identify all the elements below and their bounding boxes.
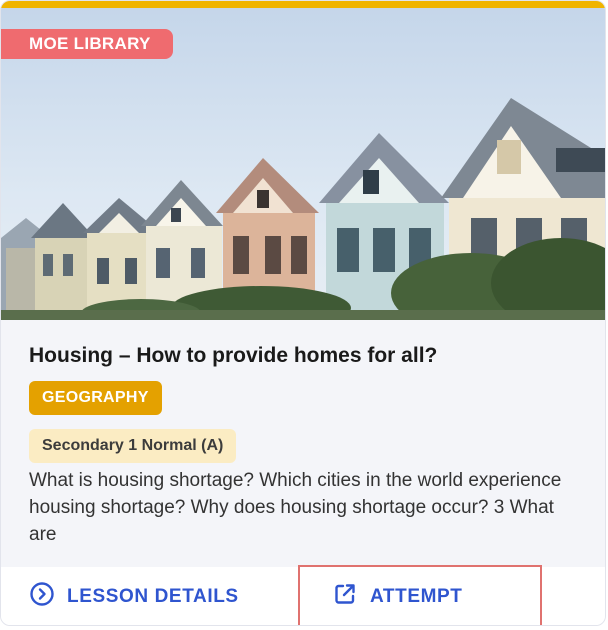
lesson-title[interactable]: Housing – How to provide homes for all? [29,341,579,371]
subject-tag: GEOGRAPHY [29,381,162,415]
lesson-details-label: LESSON DETAILS [67,586,239,607]
lesson-card: MOE LIBRARY Housing – How to provide hom… [0,0,606,626]
attempt-button[interactable]: ATTEMPT [298,565,542,625]
attempt-label: ATTEMPT [370,586,463,607]
lesson-details-button[interactable]: LESSON DETAILS [29,567,239,625]
card-content: Housing – How to provide homes for all? … [29,341,579,548]
chevron-right-circle-icon [29,581,55,613]
card-actions: LESSON DETAILS ATTEMPT [1,565,605,625]
level-tag: Secondary 1 Normal (A) [29,429,237,463]
library-badge: MOE LIBRARY [1,29,173,59]
card-accent-bar [1,1,605,8]
external-link-icon [332,581,358,613]
lesson-description: What is housing shortage? Which cities i… [29,470,562,545]
